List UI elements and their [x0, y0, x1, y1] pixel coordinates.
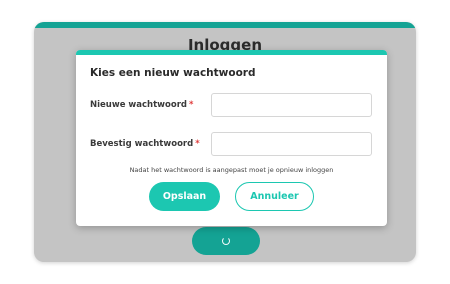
- confirm-password-label: Bevestig wachtwoord *: [90, 139, 200, 149]
- confirm-password-label-text: Bevestig wachtwoord: [90, 139, 194, 149]
- login-card-accent-bar: [34, 22, 416, 28]
- required-mark: *: [195, 139, 200, 149]
- dialog-title: Kies een nieuw wachtwoord: [90, 67, 256, 79]
- save-button[interactable]: Opslaan: [149, 182, 220, 211]
- new-password-label-text: Nieuwe wachtwoord: [90, 100, 187, 110]
- dialog-accent-bar: [76, 50, 387, 55]
- relogin-note: Nadat het wachtwoord is aangepast moet j…: [129, 166, 334, 174]
- new-password-dialog: Kies een nieuw wachtwoord Nieuwe wachtwo…: [76, 50, 387, 226]
- new-password-input[interactable]: [211, 93, 372, 117]
- confirm-password-input[interactable]: [211, 132, 372, 156]
- login-submit-button[interactable]: [192, 227, 260, 255]
- cancel-button[interactable]: Annuleer: [235, 182, 314, 211]
- new-password-label: Nieuwe wachtwoord *: [90, 100, 193, 110]
- required-mark: *: [188, 100, 194, 110]
- loading-spinner-icon: [222, 237, 230, 245]
